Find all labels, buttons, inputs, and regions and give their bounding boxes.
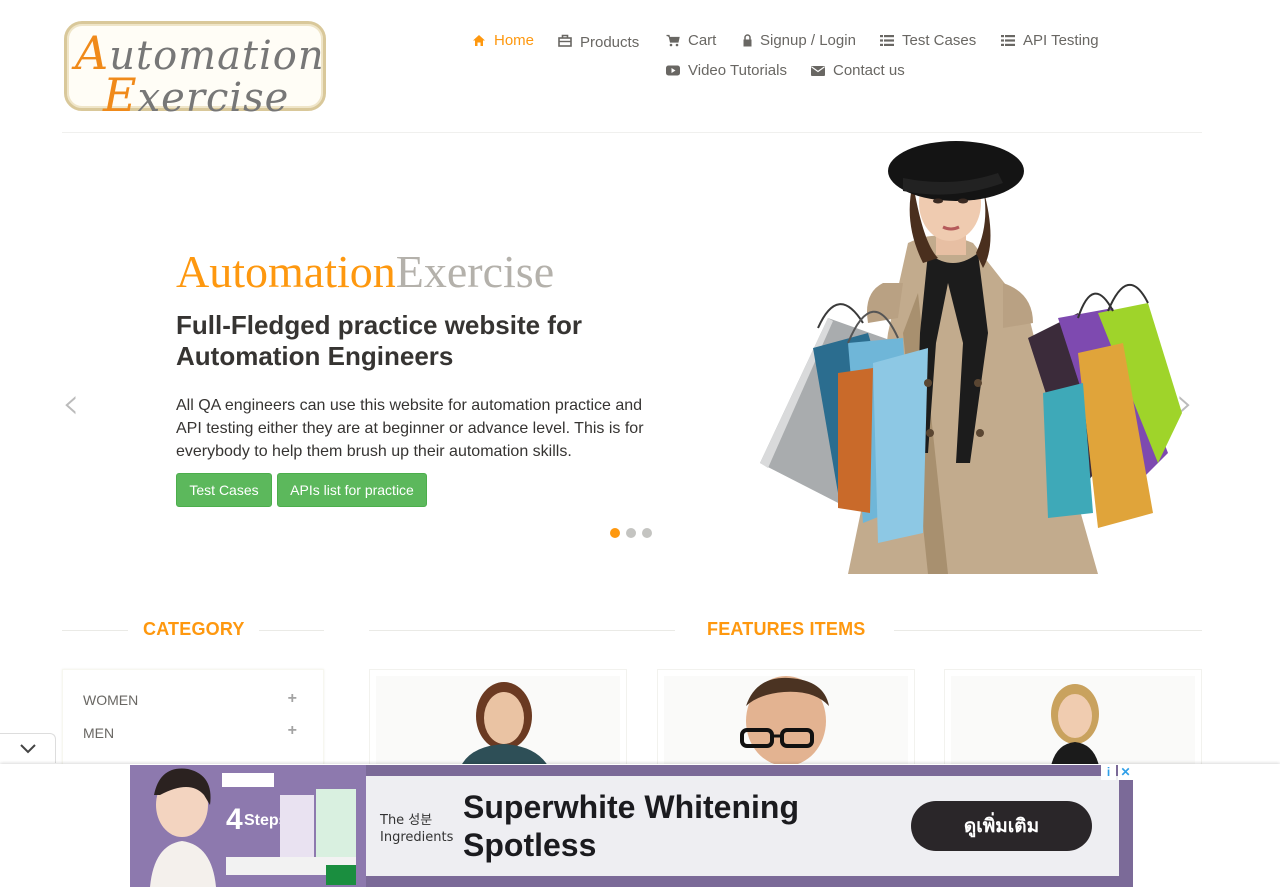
category-women[interactable]: WOMEN [83,692,138,708]
ad-collapse-button[interactable] [0,733,56,763]
ad-brand-logo: The 성분 Ingredients [380,813,454,845]
ad-product-image: 4 Steps [130,765,366,887]
youtube-play-icon [666,64,680,77]
info-icon[interactable]: i [1101,765,1116,780]
slider-brand: AutomationExercise [176,246,555,297]
ad-creative[interactable]: 4 Steps The 성분 Ingredients Superwhite Whi… [130,765,1133,887]
cart-icon [666,34,680,47]
slide-indicator-2[interactable] [626,528,636,538]
category-panel: WOMEN + MEN + [62,669,324,779]
list-icon [1001,34,1015,47]
nav-products[interactable]: Products [558,32,639,51]
category-title-rule-left [62,630,128,631]
plus-icon[interactable]: + [288,690,297,708]
nav-home[interactable]: Home [472,32,534,49]
chevron-down-icon [20,744,36,754]
product-image [664,676,908,766]
features-title-rule-right [894,630,1202,631]
close-icon[interactable]: ✕ [1118,765,1133,780]
category-men[interactable]: MEN [83,725,114,741]
product-image [951,676,1195,766]
site-logo[interactable]: Automation Exercise [64,21,326,122]
product-card[interactable] [657,669,915,779]
slider-headline: Full-Fledged practice website for Automa… [176,310,582,371]
ad-controls: i ✕ [1101,765,1133,780]
slide-indicator-1[interactable] [610,528,620,538]
category-title-rule-right [259,630,324,631]
slider-description: All QA engineers can use this website fo… [176,397,644,460]
hero-image-shopping-girl [698,133,1182,574]
nav-signup-login[interactable]: Signup / Login [743,32,856,49]
logo-line-2: Exercise [103,68,290,122]
product-card[interactable] [944,669,1202,779]
chevron-left-icon: ‹ [62,378,80,429]
nav-contact-us[interactable]: Contact us [811,62,905,79]
plus-icon[interactable]: + [288,722,297,740]
envelope-icon [811,64,825,77]
nav-test-cases[interactable]: Test Cases [880,32,976,49]
hero-slider: ‹ › AutomationExercise Full-Fledged prac… [62,133,1202,578]
list-icon [880,34,894,47]
apis-list-button[interactable]: APIs list for practice [277,473,427,507]
product-card[interactable] [369,669,627,779]
features-title-rule-left [369,630,675,631]
nav-cart[interactable]: Cart [666,32,716,49]
ad-cta-button[interactable]: ดูเพิ่มเติม [911,801,1092,851]
lock-icon [743,34,752,47]
test-cases-button[interactable]: Test Cases [176,473,272,507]
category-title: CATEGORY [143,619,245,639]
nav-api-testing[interactable]: API Testing [1001,32,1099,49]
nav-video-tutorials[interactable]: Video Tutorials [666,62,787,79]
slide-indicator-3[interactable] [642,528,652,538]
ad-banner: 4 Steps The 성분 Ingredients Superwhite Whi… [0,764,1280,887]
site-header: Automation Exercise Home Products Cart S… [0,0,1280,133]
slider-prev-button[interactable]: ‹ [62,378,80,429]
features-title: FEATURES ITEMS [707,619,866,639]
slider-indicators [610,528,652,538]
svg-text:4: 4 [226,803,243,836]
product-image [376,676,620,766]
ad-panel: The 성분 Ingredients Superwhite Whitening S… [366,776,1119,876]
home-icon [472,34,486,47]
shopping-bag-icon [558,34,572,47]
ad-headline: Superwhite Whitening Spotless [463,789,799,863]
